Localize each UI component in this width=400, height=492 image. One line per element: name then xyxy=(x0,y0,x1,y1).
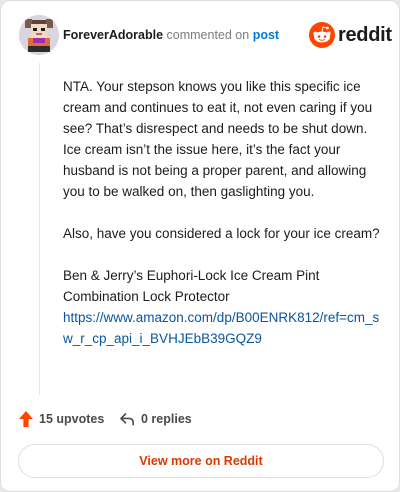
post-link[interactable]: post xyxy=(253,28,279,42)
comment-footer: 15 upvotes 0 replies xyxy=(19,409,319,431)
username-link[interactable]: ForeverAdorable xyxy=(63,28,163,42)
replies-button[interactable]: 0 replies xyxy=(119,411,192,427)
reddit-embed-card: ForeverAdorable commented on post reddit… xyxy=(0,0,400,492)
reply-arrow-icon xyxy=(120,413,134,426)
comment-paragraph: NTA. Your stepson knows you like this sp… xyxy=(63,79,373,199)
reddit-brand[interactable]: reddit xyxy=(309,22,392,48)
comment-meta: ForeverAdorable commented on post xyxy=(63,27,279,43)
comment-body: NTA. Your stepson knows you like this sp… xyxy=(63,76,383,349)
reddit-snoo-icon xyxy=(309,22,335,48)
view-more-button[interactable]: View more on Reddit xyxy=(18,444,384,478)
comment-action-text: commented on xyxy=(166,28,250,42)
upvote-count: 15 upvotes xyxy=(39,412,105,426)
comment-paragraph: Ben & Jerry’s Euphori-Lock Ice Cream Pin… xyxy=(63,265,383,349)
user-avatar[interactable] xyxy=(19,15,59,55)
upvote-button[interactable]: 15 upvotes xyxy=(19,411,104,427)
amazon-link[interactable]: https://www.amazon.com/dp/B00ENRK812/ref… xyxy=(63,310,379,346)
reddit-wordmark: reddit xyxy=(338,24,392,46)
upvote-arrow-icon xyxy=(19,411,33,427)
comment-header: ForeverAdorable commented on post reddit xyxy=(19,15,392,55)
comment-paragraph: Also, have you considered a lock for you… xyxy=(63,226,380,241)
reply-count: 0 replies xyxy=(141,412,192,426)
product-name-text: Ben & Jerry’s Euphori-Lock Ice Cream Pin… xyxy=(63,268,320,304)
thread-line xyxy=(39,63,40,395)
